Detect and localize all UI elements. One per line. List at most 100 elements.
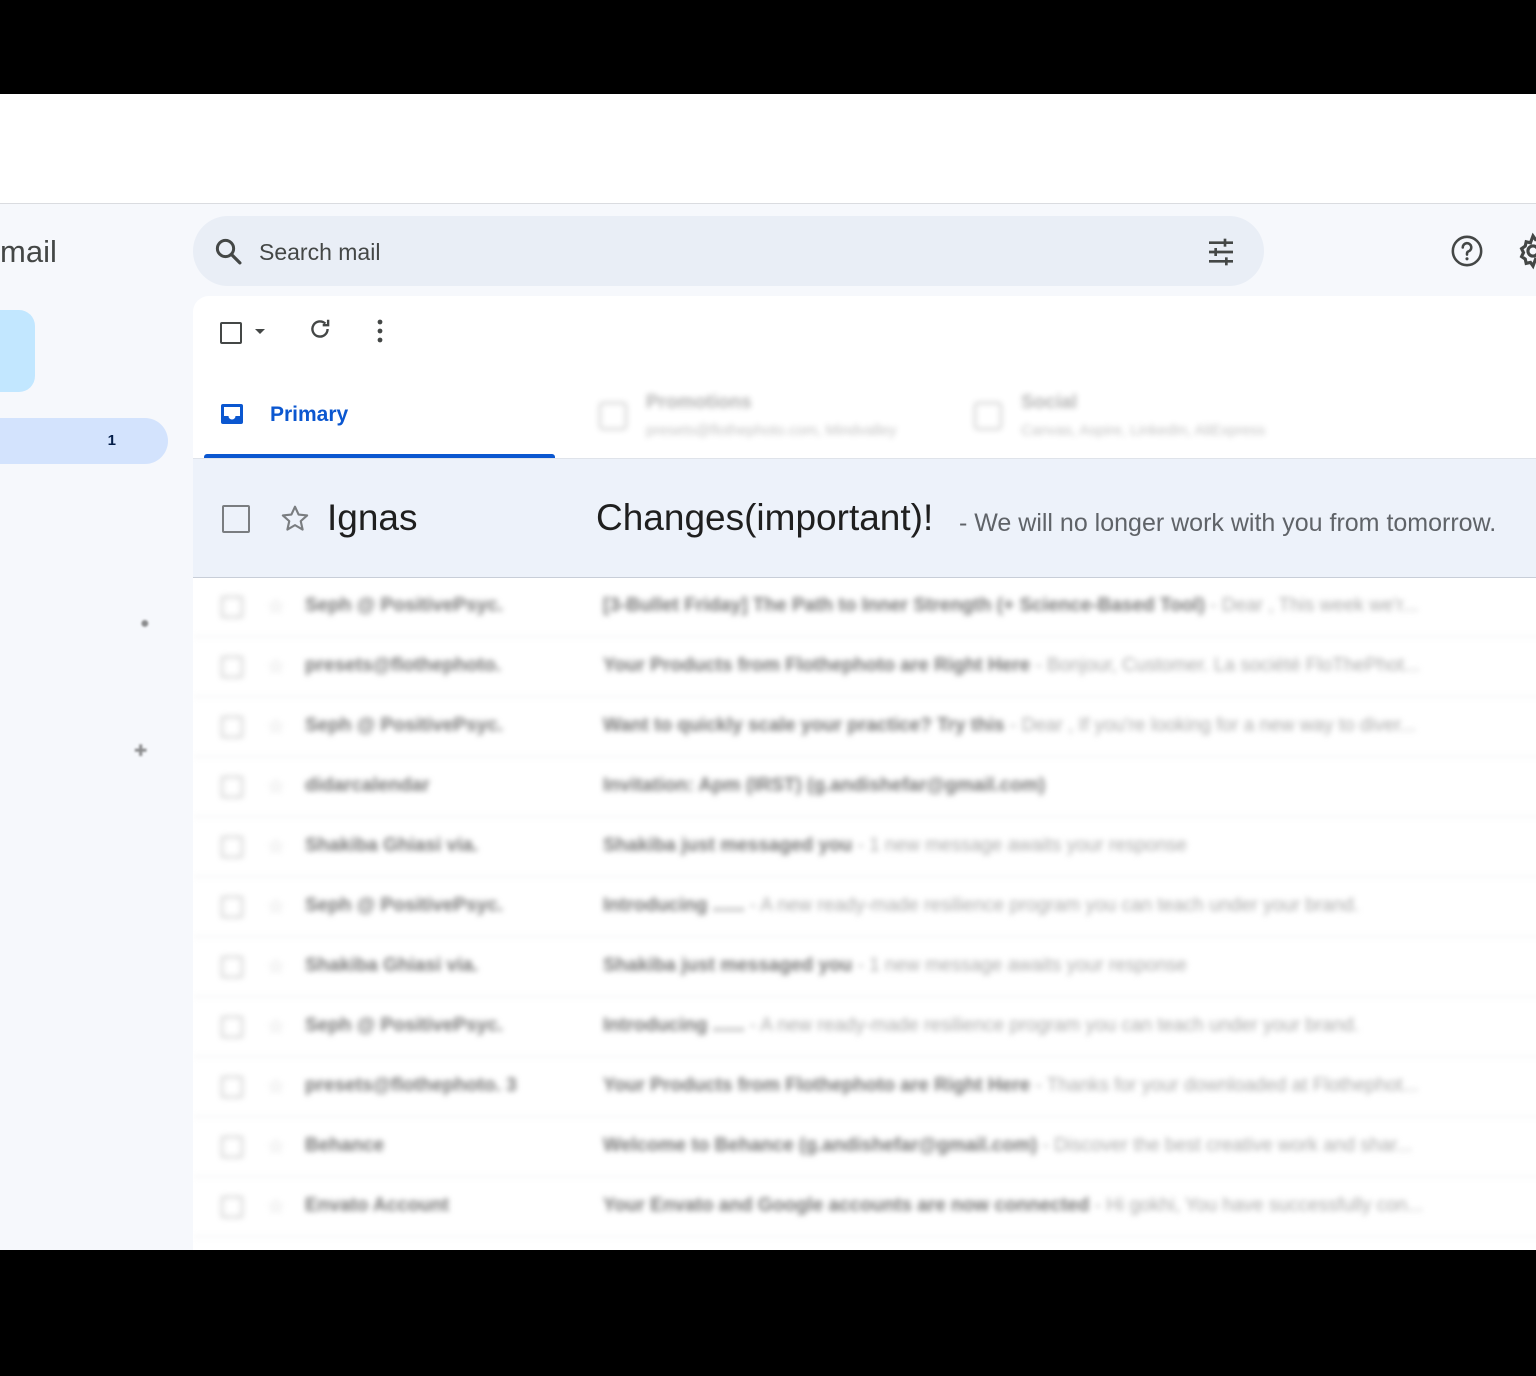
table-row[interactable]: ☆ Shakiba Ghiasi via. Shakiba just message… (193, 937, 1536, 997)
sidebar-item-inbox[interactable]: 1 (0, 418, 168, 464)
email-snippet: - Bonjour, Customer. La société FloThePh… (1030, 655, 1420, 676)
email-snippet: - Thanks for your downloaded at Flotheph… (1030, 1075, 1419, 1096)
compose-button[interactable] (0, 310, 35, 392)
email-subject: Your Envato and Google accounts are now … (603, 1195, 1423, 1217)
row-checkbox[interactable] (221, 776, 243, 798)
people-icon (974, 402, 1002, 430)
email-subject-text: Welcome to Behance (g.andishefar@gmail.c… (603, 1135, 1038, 1156)
app-logo[interactable]: mail (0, 234, 57, 270)
row-checkbox[interactable] (221, 716, 243, 738)
highlighted-email-row[interactable]: Ignas Changes(important)! - We will no l… (193, 458, 1536, 578)
star-icon[interactable]: ☆ (267, 1194, 285, 1219)
email-subject: Shakiba just messaged you - 1 new messag… (603, 955, 1187, 977)
tab-promotions-label: Promotions (646, 392, 752, 413)
mail-list-panel: Primary Promotions presets@flothephoto.c… (193, 296, 1536, 1250)
tab-primary-label: Primary (270, 403, 349, 426)
tab-promotions[interactable]: Promotions presets@flothephoto.com, Mind… (593, 366, 953, 458)
email-sender: Shakiba Ghiasi via. (305, 835, 479, 856)
star-icon[interactable]: ☆ (267, 894, 285, 919)
star-icon[interactable]: ☆ (267, 1134, 285, 1159)
table-row[interactable]: ☆ Seph @ PositivePsyc. Introducing ...... … (193, 877, 1536, 937)
email-subject-text: Want to quickly scale your practice? Try… (603, 715, 1005, 736)
row-checkbox[interactable] (221, 956, 243, 978)
gear-icon[interactable] (1514, 232, 1536, 270)
row-checkbox[interactable] (221, 1016, 243, 1038)
search-icon[interactable] (213, 236, 243, 266)
table-row[interactable]: ☆ Seph @ PositivePsyc. Want to quickly sca… (193, 697, 1536, 757)
email-subject-text: [3-Bullet Friday] The Path to Inner Stre… (603, 595, 1205, 616)
sidebar-dot-icon: ● (140, 615, 150, 632)
email-sender: Shakiba Ghiasi via. (305, 955, 479, 976)
inbox-unread-count: 1 (107, 432, 116, 449)
table-row[interactable]: ☆ presets@flothephoto. Your Products from … (193, 637, 1536, 697)
email-list: ☆ Seph @ PositivePsyc. [3-Bullet Friday] T… (193, 577, 1536, 1237)
select-all-checkbox[interactable] (220, 322, 242, 344)
search-input[interactable] (257, 216, 1161, 288)
row-checkbox[interactable] (221, 1196, 243, 1218)
email-sender: Seph @ PositivePsyc. (305, 595, 504, 616)
email-sender: presets@flothephoto. 3 (305, 1075, 517, 1096)
screen: mail 1 ● ✚ Search mail Primary Promotion… (0, 94, 1536, 1250)
star-icon[interactable]: ☆ (267, 594, 285, 619)
row-checkbox[interactable] (221, 1136, 243, 1158)
tab-social-senders: Canvas, Aspire, LinkedIn, AliExpress (1021, 422, 1266, 439)
refresh-icon[interactable] (307, 316, 333, 342)
star-icon[interactable]: ☆ (267, 834, 285, 859)
email-snippet: - Discover the best creative work and sh… (1037, 1135, 1413, 1156)
email-subject: Welcome to Behance (g.andishefar@gmail.c… (603, 1135, 1412, 1157)
search-options-icon[interactable] (1205, 236, 1237, 268)
row-checkbox[interactable] (221, 1076, 243, 1098)
email-subject: Changes(important)! (596, 497, 934, 538)
email-subject-text: Your Products from Flothephoto are Right… (603, 655, 1031, 676)
email-sender: Envato Account (305, 1195, 449, 1216)
email-sender: didarcalendar (305, 775, 430, 796)
email-subject: [3-Bullet Friday] The Path to Inner Stre… (603, 595, 1418, 617)
table-row[interactable]: ☆ Shakiba Ghiasi via. Shakiba just message… (193, 817, 1536, 877)
select-dropdown-icon[interactable] (255, 329, 265, 334)
tag-icon (599, 402, 627, 430)
tab-social[interactable]: Social Canvas, Aspire, LinkedIn, AliExpr… (968, 366, 1348, 458)
table-row[interactable]: ☆ Envato Account Your Envato and Google ac… (193, 1177, 1536, 1237)
email-snippet: - Hi gokhi, You have successfully con... (1089, 1195, 1424, 1216)
email-snippet: - 1 new message awaits your response (852, 955, 1187, 976)
email-snippet: - A new ready-made resilience program yo… (744, 1015, 1360, 1036)
email-subject-text: Your Envato and Google accounts are now … (603, 1195, 1090, 1216)
table-row[interactable]: ☆ didarcalendar Invitation: Apm (IRST) (g.… (193, 757, 1536, 817)
row-checkbox[interactable] (221, 596, 243, 618)
email-snippet: - A new ready-made resilience program yo… (744, 895, 1360, 916)
email-subject-text: Shakiba just messaged you (603, 955, 853, 976)
email-subject: Your Products from Flothephoto are Right… (603, 1075, 1419, 1097)
sidebar-plus-icon[interactable]: ✚ (134, 744, 147, 760)
star-icon[interactable]: ☆ (267, 774, 285, 799)
email-subject: Want to quickly scale your practice? Try… (603, 715, 1416, 737)
help-icon[interactable] (1450, 234, 1484, 268)
table-row[interactable]: ☆ Behance Welcome to Behance (g.andishefar… (193, 1117, 1536, 1177)
table-row[interactable]: ☆ Seph @ PositivePsyc. Introducing ...... … (193, 997, 1536, 1057)
row-checkbox[interactable] (222, 505, 250, 533)
star-icon[interactable]: ☆ (267, 1014, 285, 1039)
category-tabs: Primary Promotions presets@flothephoto.c… (193, 366, 1536, 458)
email-sender: Seph @ PositivePsyc. (305, 895, 504, 916)
star-icon[interactable] (279, 503, 311, 535)
email-snippet: - Dear , If you're looking for a new way… (1004, 715, 1416, 736)
star-icon[interactable]: ☆ (267, 954, 285, 979)
table-row[interactable]: ☆ presets@flothephoto. 3 Your Products fro… (193, 1057, 1536, 1117)
more-options-icon[interactable] (376, 318, 384, 344)
email-subject-text: Invitation: Apm (IRST) (g.andishefar@gma… (603, 775, 1046, 796)
email-snippet: - Dear , This week we'r... (1204, 595, 1419, 616)
inbox-icon (221, 404, 243, 424)
email-snippet: - We will no longer work with you from t… (959, 509, 1497, 537)
pagination-area[interactable] (1528, 318, 1536, 335)
row-checkbox[interactable] (221, 836, 243, 858)
email-sender: presets@flothephoto. (305, 655, 501, 676)
star-icon[interactable]: ☆ (267, 1074, 285, 1099)
tab-primary[interactable]: Primary (204, 366, 555, 458)
row-checkbox[interactable] (221, 896, 243, 918)
email-sender: Seph @ PositivePsyc. (305, 1015, 504, 1036)
table-row[interactable]: ☆ Seph @ PositivePsyc. [3-Bullet Friday] T… (193, 577, 1536, 637)
row-checkbox[interactable] (221, 656, 243, 678)
star-icon[interactable]: ☆ (267, 654, 285, 679)
email-sender: Ignas (327, 497, 418, 538)
email-sender: Seph @ PositivePsyc. (305, 715, 504, 736)
star-icon[interactable]: ☆ (267, 714, 285, 739)
